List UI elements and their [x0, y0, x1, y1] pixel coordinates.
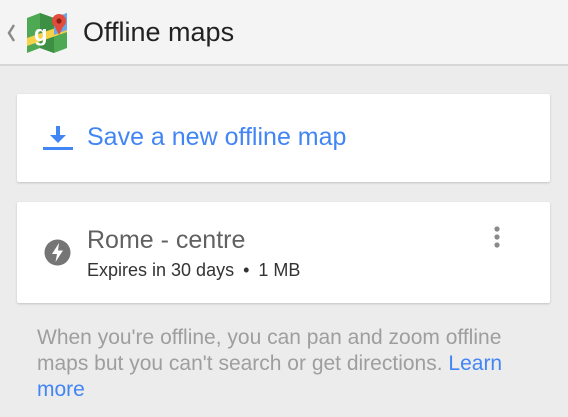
offline-map-item[interactable]: Rome - centre Expires in 30 days • 1 MB	[17, 202, 550, 303]
page-title: Offline maps	[83, 17, 235, 47]
google-maps-logo: g	[27, 13, 67, 53]
map-size: 1 MB	[258, 260, 301, 280]
action-bar: g Offline maps	[0, 0, 568, 66]
download-icon	[43, 126, 73, 150]
map-name: Rome - centre	[87, 226, 246, 254]
offline-info-body: When you're offline, you can pan and zoo…	[37, 326, 502, 375]
chevron-left-icon	[7, 24, 16, 42]
offline-info-text: When you're offline, you can pan and zoo…	[37, 325, 542, 403]
bolt-icon	[44, 239, 71, 266]
save-new-offline-map-button[interactable]: Save a new offline map	[17, 94, 550, 182]
overflow-menu-icon[interactable]	[479, 220, 515, 256]
map-meta: Expires in 30 days • 1 MB	[87, 260, 300, 281]
save-new-offline-map-label: Save a new offline map	[87, 123, 347, 151]
svg-text:g: g	[34, 21, 47, 46]
up-button[interactable]: g	[0, 0, 80, 66]
meta-separator: •	[243, 260, 250, 280]
map-expiry: Expires in 30 days	[87, 260, 235, 280]
